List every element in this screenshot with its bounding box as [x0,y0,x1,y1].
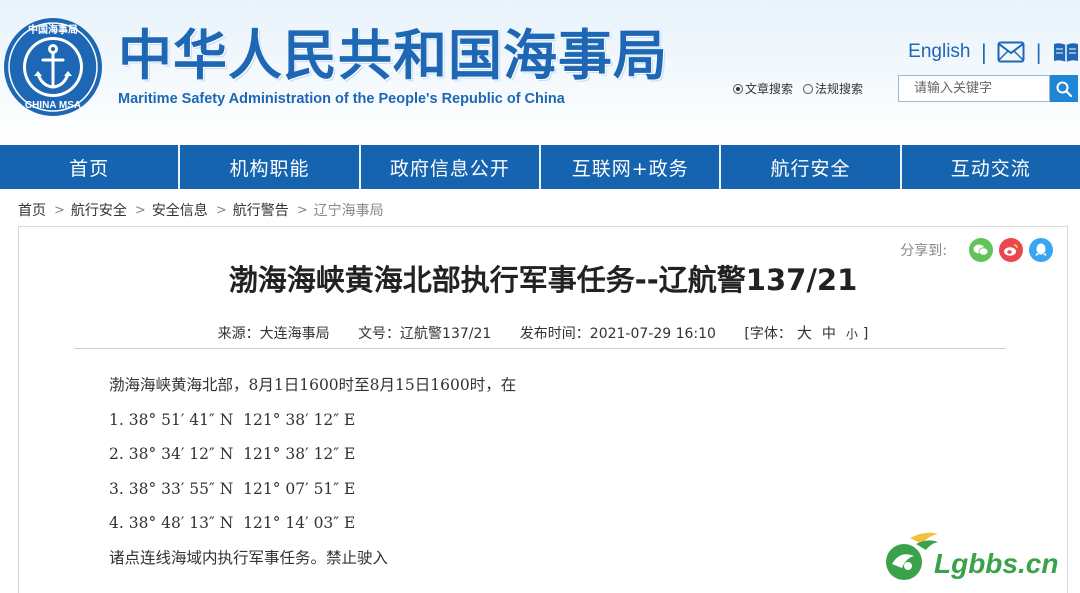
site-header: 中国海事局 CHINA MSA 中华人民共和国海事局 Maritime Safe… [0,0,1080,145]
nav-functions[interactable]: 机构职能 [180,145,361,189]
breadcrumb: 首页 > 航行安全 > 安全信息 > 航行警告 > 辽宁海事局 [18,200,384,220]
article-body: 渤海海峡黄海北部，8月1日1600时至8月15日1600时，在 1. 38° 5… [109,374,516,581]
radio-icon[interactable] [803,84,814,94]
svg-text:CHINA MSA: CHINA MSA [25,100,81,111]
article-doc-number: 文号：辽航警137/21 [358,326,492,342]
site-title-en: Maritime Safety Administration of the Pe… [118,91,565,107]
watermark-text: Lgbbs.cn [934,548,1059,579]
breadcrumb-separator: > [54,202,65,218]
search-input[interactable] [898,75,1050,102]
coordinate-line: 3. 38° 33′ 55″ N 121° 07′ 51″ E [109,479,356,498]
nav-internet-gov[interactable]: 互联网+政务 [541,145,722,189]
meta-divider [74,348,1006,349]
search-option-regulation[interactable]: 法规搜索 [803,80,863,97]
breadcrumb-navigation-safety[interactable]: 航行安全 [71,200,127,220]
article-title: 渤海海峡黄海北部执行军事任务--辽航警137/21 [228,263,858,297]
main-nav: 首页 机构职能 政府信息公开 互联网+政务 航行安全 互动交流 [0,145,1080,189]
article-paragraph: 诸点连线海域内执行军事任务。禁止驶入 [109,548,389,567]
search-button[interactable] [1050,75,1078,102]
english-link[interactable]: English [908,41,970,63]
watermark: Lgbbs.cn [882,528,1072,588]
article-paragraph: 渤海海峡黄海北部，8月1日1600时至8月15日1600时，在 [109,376,517,394]
nav-home[interactable]: 首页 [0,145,181,189]
separator: | [1035,40,1042,64]
breadcrumb-separator: > [134,202,146,218]
breadcrumb-separator: > [296,202,308,218]
mail-icon[interactable] [997,41,1025,63]
svg-text:中国海事局: 中国海事局 [28,23,78,36]
site-title-cn: 中华人民共和国海事局 [118,24,668,87]
nav-gov-info[interactable]: 政府信息公开 [361,145,541,189]
search-option-article[interactable]: 文章搜索 [733,80,793,97]
search-icon [1056,81,1072,97]
nav-interaction[interactable]: 互动交流 [902,145,1080,189]
font-size-medium[interactable]: 中 [822,326,836,342]
coordinate-line: 2. 38° 34′ 12″ N 121° 38′ 12″ E [109,445,356,463]
coordinate-line: 4. 38° 48′ 13″ N 121° 14′ 03″ E [109,514,356,532]
breadcrumb-safety-info[interactable]: 安全信息 [152,200,208,220]
font-size-large[interactable]: 大 [797,324,812,342]
article-publish-time: 发布时间：2021-07-29 16:10 [519,326,716,342]
article-meta: 来源：大连海事局 文号：辽航警137/21 发布时间：2021-07-29 16… [19,322,1067,343]
china-msa-logo[interactable]: 中国海事局 CHINA MSA [2,16,104,118]
separator: | [980,40,988,64]
breadcrumb-warnings[interactable]: 航行警告 [233,200,289,220]
top-links: English | | [908,40,1080,64]
font-size-control: [字体：大中小] [744,324,869,342]
search-options: 文章搜索 法规搜索 [733,80,863,97]
breadcrumb-separator: > [215,202,227,218]
radio-checked-icon[interactable] [733,84,743,94]
watermark-logo-icon [886,532,938,580]
coordinate-line: 1. 38° 51′ 41″ N 121° 38′ 12″ E [109,410,356,429]
breadcrumb-liaoning[interactable]: 辽宁海事局 [314,200,384,220]
book-icon[interactable] [1052,41,1080,63]
font-size-small[interactable]: 小 [846,327,858,341]
nav-navigation-safety[interactable]: 航行安全 [721,145,902,189]
article-source: 来源：大连海事局 [217,326,330,342]
breadcrumb-home[interactable]: 首页 [18,200,46,220]
